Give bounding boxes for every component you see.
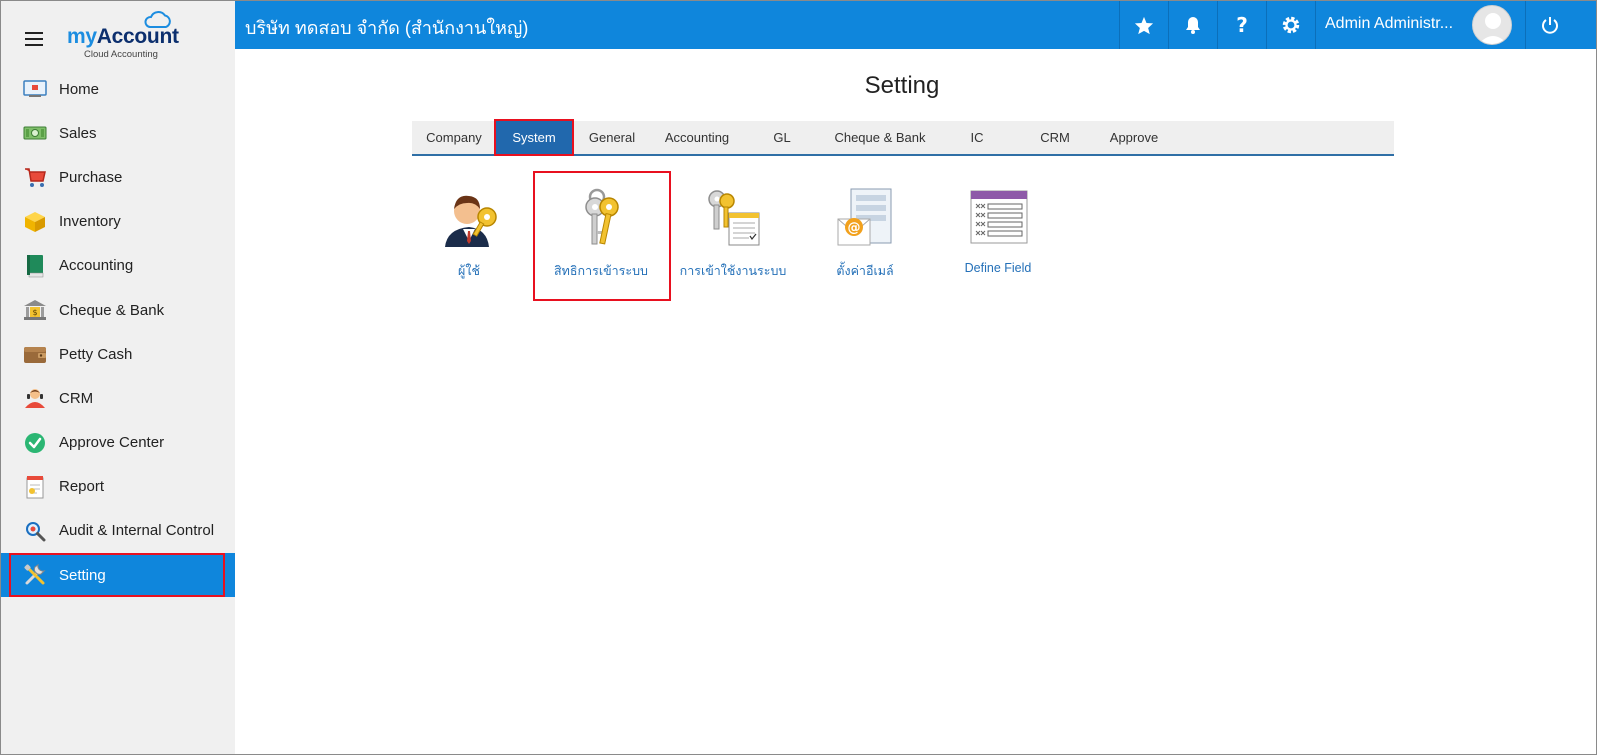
tile-label: ตั้งค่าอีเมล์ xyxy=(836,264,894,278)
user-name[interactable]: Admin Administr... xyxy=(1325,15,1453,33)
tab-approve[interactable]: Approve xyxy=(1094,121,1174,154)
sidebar-item-label: Petty Cash xyxy=(59,345,133,363)
bank-icon: $ xyxy=(23,298,47,322)
tab-accounting[interactable]: Accounting xyxy=(652,121,742,154)
tile-label: ผู้ใช้ xyxy=(458,264,480,278)
tile-users[interactable]: ผู้ใช้ xyxy=(403,187,535,297)
define-field-icon xyxy=(968,187,1030,249)
keys-icon xyxy=(571,187,633,249)
tab-crm[interactable]: CRM xyxy=(1016,121,1094,154)
ledger-icon xyxy=(23,254,47,278)
tab-cheque-bank[interactable]: Cheque & Bank xyxy=(822,121,938,154)
sidebar-item-label: Setting xyxy=(59,566,106,584)
sidebar-item-sales[interactable]: Sales xyxy=(1,111,235,155)
tile-define-field[interactable]: Define Field xyxy=(932,187,1064,297)
sidebar-item-accounting[interactable]: Accounting xyxy=(1,244,235,288)
settings-button[interactable] xyxy=(1266,1,1315,49)
sidebar-item-approve-center[interactable]: Approve Center xyxy=(1,421,235,465)
sidebar: myAccount Cloud Accounting Home Sales Pu… xyxy=(1,1,235,754)
sidebar-item-cheque-bank[interactable]: $ Cheque & Bank xyxy=(1,288,235,332)
tab-gl[interactable]: GL xyxy=(744,121,820,154)
tab-ic[interactable]: IC xyxy=(938,121,1016,154)
report-icon xyxy=(23,475,47,499)
gear-icon xyxy=(1282,16,1300,34)
star-icon xyxy=(1134,16,1154,34)
tile-label: การเข้าใช้งานระบบ xyxy=(679,264,787,278)
sidebar-item-label: CRM xyxy=(59,389,94,407)
sidebar-menu: Home Sales Purchase Inventory Accounting… xyxy=(1,67,235,598)
sidebar-item-label: Home xyxy=(59,80,100,98)
tools-icon xyxy=(23,563,47,587)
company-name[interactable]: บริษัท ทดสอบ จำกัด (สำนักงานใหญ่) xyxy=(245,13,528,42)
keys-log-icon xyxy=(703,187,765,249)
settings-tabs: Company System General Accounting GL Che… xyxy=(412,119,1394,156)
sidebar-item-label: Cheque & Bank xyxy=(59,301,165,319)
hamburger-menu-icon[interactable] xyxy=(25,32,43,46)
avatar[interactable] xyxy=(1472,5,1512,45)
sidebar-item-label: Approve Center xyxy=(59,434,165,452)
sidebar-item-label: Sales xyxy=(59,124,97,142)
tile-label: สิทธิการเข้าระบบ xyxy=(554,264,648,278)
app-window: myAccount Cloud Accounting Home Sales Pu… xyxy=(0,0,1597,755)
email-settings-icon: @ xyxy=(835,187,897,249)
logo-wordmark: myAccount xyxy=(67,25,179,48)
sidebar-item-label: Audit & Internal Control xyxy=(59,522,215,540)
sidebar-item-label: Report xyxy=(59,478,105,496)
sales-icon xyxy=(23,121,47,145)
sidebar-item-crm[interactable]: CRM xyxy=(1,376,235,420)
tile-access-rights[interactable]: สิทธิการเข้าระบบ xyxy=(533,171,671,301)
tile-label: Define Field xyxy=(964,261,1032,275)
app-logo[interactable]: myAccount Cloud Accounting xyxy=(67,9,187,61)
user-key-icon xyxy=(439,187,501,249)
logout-button[interactable] xyxy=(1525,1,1574,49)
sidebar-item-purchase[interactable]: Purchase xyxy=(1,155,235,199)
power-icon xyxy=(1542,17,1558,34)
sidebar-item-label: Accounting xyxy=(59,257,134,275)
box-icon xyxy=(23,210,47,234)
tab-system[interactable]: System xyxy=(494,119,574,156)
sidebar-item-setting[interactable]: Setting xyxy=(1,553,235,598)
tab-general[interactable]: General xyxy=(574,121,650,154)
brand-area: myAccount Cloud Accounting xyxy=(1,1,235,67)
sidebar-item-petty-cash[interactable]: Petty Cash xyxy=(1,332,235,376)
favorites-button[interactable] xyxy=(1119,1,1168,49)
check-circle-icon xyxy=(23,431,47,455)
top-bar: บริษัท ทดสอบ จำกัด (สำนักงานใหญ่) ? Admi… xyxy=(235,1,1596,49)
crm-icon xyxy=(23,386,47,410)
magnifier-icon xyxy=(23,519,47,543)
svg-text:$: $ xyxy=(32,308,37,317)
help-button[interactable]: ? xyxy=(1217,1,1266,49)
main-content: Setting Company System General Accountin… xyxy=(235,49,1596,754)
tab-company[interactable]: Company xyxy=(414,121,494,154)
tile-system-access-log[interactable]: การเข้าใช้งานระบบ xyxy=(667,187,799,297)
sidebar-item-label: Purchase xyxy=(59,168,123,186)
notifications-button[interactable] xyxy=(1168,1,1217,49)
wallet-icon xyxy=(23,342,47,366)
logo-tagline: Cloud Accounting xyxy=(84,49,158,60)
sidebar-item-inventory[interactable]: Inventory xyxy=(1,200,235,244)
sidebar-item-audit[interactable]: Audit & Internal Control xyxy=(1,509,235,553)
help-icon: ? xyxy=(1236,13,1248,37)
bell-icon xyxy=(1186,17,1200,34)
sidebar-item-label: Inventory xyxy=(59,213,121,231)
page-title: Setting xyxy=(864,72,940,99)
svg-text:@: @ xyxy=(848,221,861,236)
cart-icon xyxy=(23,165,47,189)
sidebar-item-report[interactable]: Report xyxy=(1,465,235,509)
sidebar-item-home[interactable]: Home xyxy=(1,67,235,111)
home-icon xyxy=(23,77,47,101)
tile-email-settings[interactable]: @ ตั้งค่าอีเมล์ xyxy=(799,187,931,297)
